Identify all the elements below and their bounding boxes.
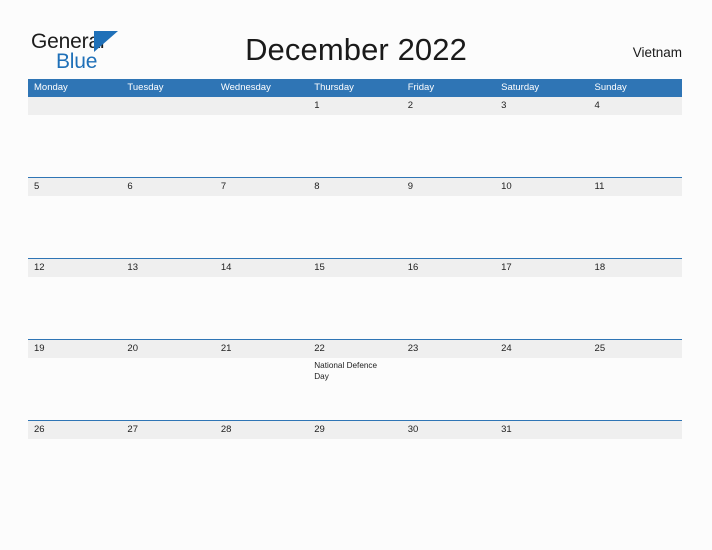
day-number[interactable]: 23 bbox=[402, 340, 495, 358]
region-label: Vietnam bbox=[632, 45, 682, 60]
day-event bbox=[402, 115, 495, 177]
day-event bbox=[589, 439, 682, 538]
day-number[interactable]: 26 bbox=[28, 421, 121, 439]
day-number[interactable]: 9 bbox=[402, 178, 495, 196]
day-number[interactable]: 17 bbox=[495, 259, 588, 277]
day-event bbox=[215, 115, 308, 177]
day-number[interactable]: 4 bbox=[589, 97, 682, 115]
week-body-strip bbox=[28, 115, 682, 177]
day-number[interactable]: 14 bbox=[215, 259, 308, 277]
day-event bbox=[402, 439, 495, 538]
day-event bbox=[495, 196, 588, 258]
day-event bbox=[121, 358, 214, 420]
day-event bbox=[495, 439, 588, 538]
week-row: 26 27 28 29 30 31 bbox=[28, 420, 682, 538]
week-row: 12 13 14 15 16 17 18 bbox=[28, 258, 682, 339]
day-event bbox=[402, 358, 495, 420]
weekday-header-friday: Friday bbox=[407, 82, 435, 93]
day-number[interactable] bbox=[28, 97, 121, 115]
page-header: General Blue December 2022 Vietnam bbox=[0, 0, 712, 79]
day-number[interactable]: 25 bbox=[589, 340, 682, 358]
weekday-header-monday: Monday bbox=[34, 82, 68, 93]
day-number[interactable]: 5 bbox=[28, 178, 121, 196]
day-number[interactable]: 19 bbox=[28, 340, 121, 358]
day-event bbox=[308, 277, 401, 339]
day-number[interactable] bbox=[589, 421, 682, 439]
weekday-header-saturday: Saturday bbox=[501, 82, 540, 93]
calendar-table: Monday Tuesday Wednesday Thursday Friday… bbox=[28, 79, 682, 538]
day-number[interactable]: 22 bbox=[308, 340, 401, 358]
day-event bbox=[28, 196, 121, 258]
day-event bbox=[28, 277, 121, 339]
day-event bbox=[308, 439, 401, 538]
day-event bbox=[121, 439, 214, 538]
day-event bbox=[589, 115, 682, 177]
week-row: 1 2 3 4 bbox=[28, 97, 682, 177]
day-event bbox=[495, 358, 588, 420]
day-number[interactable]: 11 bbox=[589, 178, 682, 196]
day-event bbox=[28, 115, 121, 177]
weekday-header-thursday: Thursday bbox=[314, 82, 354, 93]
day-event bbox=[28, 358, 121, 420]
day-number[interactable]: 2 bbox=[402, 97, 495, 115]
day-event bbox=[495, 277, 588, 339]
day-event bbox=[308, 115, 401, 177]
week-row: 5 6 7 8 9 10 11 bbox=[28, 177, 682, 258]
day-number[interactable]: 13 bbox=[121, 259, 214, 277]
weekday-header-row: Monday Tuesday Wednesday Thursday Friday… bbox=[28, 79, 682, 97]
week-date-strip: 12 13 14 15 16 17 18 bbox=[28, 259, 682, 277]
day-number[interactable]: 18 bbox=[589, 259, 682, 277]
day-event bbox=[402, 277, 495, 339]
day-event bbox=[215, 277, 308, 339]
day-number[interactable]: 3 bbox=[495, 97, 588, 115]
day-event-holiday: National Defence Day bbox=[314, 361, 378, 381]
weekday-header-sunday: Sunday bbox=[594, 82, 627, 93]
day-number[interactable]: 24 bbox=[495, 340, 588, 358]
week-body-strip: National Defence Day bbox=[28, 358, 682, 420]
day-number[interactable]: 7 bbox=[215, 178, 308, 196]
day-number[interactable]: 6 bbox=[121, 178, 214, 196]
day-event bbox=[215, 196, 308, 258]
day-event bbox=[589, 277, 682, 339]
day-event bbox=[28, 439, 121, 538]
day-number[interactable] bbox=[215, 97, 308, 115]
day-event bbox=[121, 277, 214, 339]
day-number[interactable]: 28 bbox=[215, 421, 308, 439]
week-date-strip: 1 2 3 4 bbox=[28, 97, 682, 115]
week-row: 19 20 21 22 23 24 25 National Defence Da… bbox=[28, 339, 682, 420]
day-number[interactable]: 21 bbox=[215, 340, 308, 358]
day-number[interactable]: 15 bbox=[308, 259, 401, 277]
day-event bbox=[215, 358, 308, 420]
day-event bbox=[121, 196, 214, 258]
day-number[interactable]: 16 bbox=[402, 259, 495, 277]
day-number[interactable]: 27 bbox=[121, 421, 214, 439]
day-number[interactable]: 31 bbox=[495, 421, 588, 439]
weekday-header-tuesday: Tuesday bbox=[127, 82, 164, 93]
day-event bbox=[308, 196, 401, 258]
day-event bbox=[215, 439, 308, 538]
day-event bbox=[402, 196, 495, 258]
week-date-strip: 26 27 28 29 30 31 bbox=[28, 421, 682, 439]
week-body-strip bbox=[28, 439, 682, 538]
week-body-strip bbox=[28, 277, 682, 339]
day-number[interactable]: 8 bbox=[308, 178, 401, 196]
week-date-strip: 5 6 7 8 9 10 11 bbox=[28, 178, 682, 196]
week-date-strip: 19 20 21 22 23 24 25 bbox=[28, 340, 682, 358]
day-event bbox=[589, 358, 682, 420]
day-event bbox=[121, 115, 214, 177]
day-number[interactable]: 20 bbox=[121, 340, 214, 358]
day-number[interactable]: 29 bbox=[308, 421, 401, 439]
day-event bbox=[495, 115, 588, 177]
week-body-strip bbox=[28, 196, 682, 258]
day-number[interactable]: 10 bbox=[495, 178, 588, 196]
weekday-header-wednesday: Wednesday bbox=[220, 82, 271, 93]
day-number[interactable]: 12 bbox=[28, 259, 121, 277]
day-number[interactable] bbox=[121, 97, 214, 115]
page-title: December 2022 bbox=[245, 32, 467, 67]
day-number[interactable]: 1 bbox=[308, 97, 401, 115]
day-number[interactable]: 30 bbox=[402, 421, 495, 439]
day-event bbox=[589, 196, 682, 258]
